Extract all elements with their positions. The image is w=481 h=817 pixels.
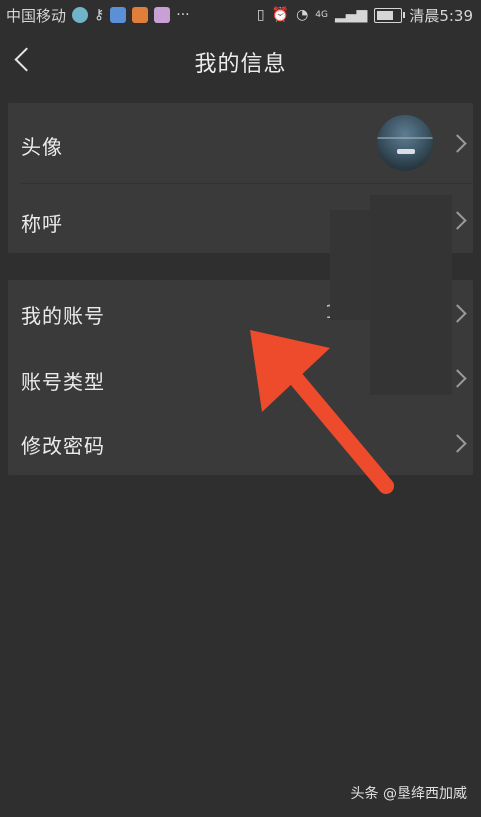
- annotation-arrow: [250, 330, 394, 494]
- arrow-shaft: [274, 354, 394, 494]
- watermark: 头条 @垦绛西加威: [350, 786, 467, 802]
